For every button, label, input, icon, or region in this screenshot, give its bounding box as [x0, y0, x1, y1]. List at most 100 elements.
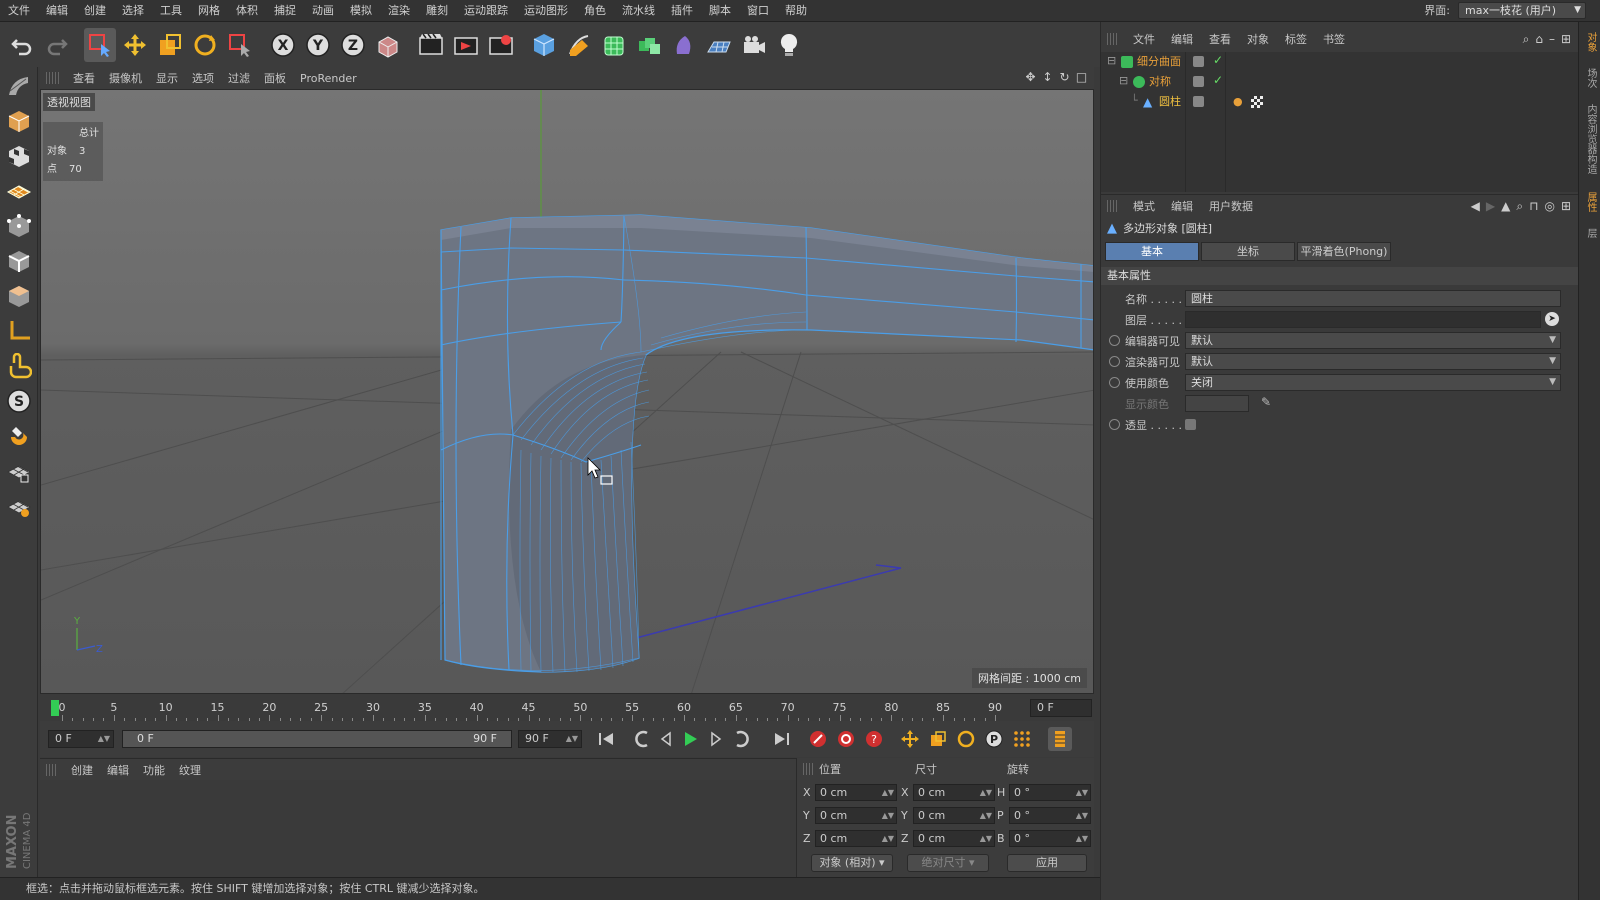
layout-select[interactable]: max一枝花 (用户) ▼ [1458, 2, 1586, 19]
undo-button[interactable] [6, 28, 38, 62]
points-mode-button[interactable] [2, 210, 36, 242]
menu-edit[interactable]: 编辑 [38, 0, 76, 22]
spinner-icon[interactable]: ▲▼ [1076, 808, 1088, 823]
camera-button[interactable] [738, 28, 770, 62]
spinner-icon[interactable]: ▲▼ [566, 731, 578, 747]
solo-mode-button[interactable]: S [2, 385, 36, 417]
lock-icon[interactable]: ⊓ [1529, 199, 1538, 214]
polygons-mode-button[interactable] [2, 280, 36, 312]
menu-plugins[interactable]: 插件 [663, 0, 701, 22]
current-frame-field[interactable]: 0 F [1030, 699, 1092, 717]
animate-radio[interactable] [1109, 377, 1120, 388]
edit-render-settings-button[interactable] [485, 28, 517, 62]
menu-character[interactable]: 角色 [576, 0, 614, 22]
viewport-menu-prorender[interactable]: ProRender [293, 72, 364, 85]
viewport-menu-cameras[interactable]: 摄像机 [102, 70, 149, 86]
menu-volume[interactable]: 体积 [228, 0, 266, 22]
recent-tool-button[interactable] [224, 28, 256, 62]
spinner-icon[interactable]: ▲▼ [980, 831, 992, 846]
size-mode-select[interactable]: 绝对尺寸 ▾ [907, 854, 989, 872]
array-button[interactable] [633, 28, 665, 62]
perspective-viewport[interactable]: Y Z 透视视图 总计 对象 3 点 70 网格间距 : 1000 cm [40, 89, 1094, 694]
object-menu-view[interactable]: 查看 [1201, 31, 1239, 47]
go-to-start-button[interactable] [594, 727, 618, 751]
go-to-end-button[interactable] [770, 727, 794, 751]
timeline-ruler[interactable]: 0 5 10 15 20 25 30 35 40 45 50 55 60 65 70 75 80 85 90 [40, 695, 1030, 721]
end-frame-field[interactable]: 90 F ▲▼ [518, 730, 582, 748]
tab-basic[interactable]: 基本 [1105, 242, 1199, 261]
enabled-check-icon[interactable]: ✓ [1213, 73, 1223, 87]
rotation-key-button[interactable] [954, 727, 978, 751]
subdivision-surface-button[interactable] [598, 28, 630, 62]
start-frame-field[interactable]: 0 F ▲▼ [48, 730, 114, 748]
name-field[interactable]: 圆柱 [1185, 290, 1561, 307]
forward-arrow-icon[interactable]: ▶ [1486, 199, 1495, 214]
attribute-menu-edit[interactable]: 编辑 [1163, 198, 1201, 214]
render-view-button[interactable] [415, 28, 447, 62]
spinner-icon[interactable]: ▲▼ [1076, 831, 1088, 846]
spinner-icon[interactable]: ▲▼ [980, 808, 992, 823]
light-button[interactable] [773, 28, 805, 62]
rotation-b-field[interactable]: 0 ° ▲▼ [1009, 830, 1091, 847]
panel-grip-icon[interactable] [1107, 199, 1119, 212]
animate-radio[interactable] [1109, 335, 1120, 346]
frame-range-slider[interactable]: 0 F 90 F [122, 730, 512, 748]
menu-window[interactable]: 窗口 [739, 0, 777, 22]
rotation-p-field[interactable]: 0 ° ▲▼ [1009, 807, 1091, 824]
layer-field[interactable] [1185, 311, 1541, 328]
texture-mode-button[interactable] [2, 140, 36, 172]
y-axis-lock-button[interactable]: Y [302, 28, 334, 62]
side-tab-takes[interactable]: 场次 [1582, 68, 1598, 88]
spinner-icon[interactable]: ▲▼ [98, 731, 110, 747]
menu-snap[interactable]: 捕捉 [266, 0, 304, 22]
position-key-button[interactable] [898, 727, 922, 751]
eyedropper-icon[interactable]: ✎ [1261, 395, 1271, 409]
new-window-icon[interactable]: ⊞ [1561, 32, 1571, 47]
display-color-swatch[interactable] [1185, 395, 1249, 412]
coordinate-system-button[interactable] [372, 28, 404, 62]
search-icon[interactable]: ⌕ [1516, 199, 1523, 214]
phong-tag-icon[interactable]: ● [1233, 95, 1243, 108]
menu-file[interactable]: 文件 [0, 0, 38, 22]
visibility-toggle[interactable] [1193, 56, 1204, 67]
attribute-menu-mode[interactable]: 模式 [1125, 198, 1163, 214]
tweak-mode-button[interactable] [2, 350, 36, 382]
attribute-menu-user-data[interactable]: 用户数据 [1201, 198, 1261, 214]
object-menu-bookmarks[interactable]: 书签 [1315, 31, 1353, 47]
menu-script[interactable]: 脚本 [701, 0, 739, 22]
maximize-icon[interactable]: □ [1075, 70, 1088, 84]
home-icon[interactable]: ⌂ [1535, 32, 1543, 47]
spinner-icon[interactable]: ▲▼ [980, 785, 992, 800]
dolly-icon[interactable]: ↕ [1041, 70, 1054, 84]
object-menu-edit[interactable]: 编辑 [1163, 31, 1201, 47]
point-level-animation-button[interactable] [1010, 727, 1034, 751]
menu-render[interactable]: 渲染 [380, 0, 418, 22]
snap-grid-button[interactable] [2, 455, 36, 487]
position-y-field[interactable]: 0 cm ▲▼ [815, 807, 897, 824]
object-menu-objects[interactable]: 对象 [1239, 31, 1277, 47]
search-icon[interactable]: ⌕ [1523, 32, 1530, 47]
live-select-button[interactable] [84, 27, 116, 62]
autokey-button[interactable] [834, 727, 858, 751]
use-color-select[interactable]: 关闭 ▼ [1185, 374, 1561, 391]
back-arrow-icon[interactable]: ◀ [1471, 199, 1480, 214]
tree-collapse-icon[interactable]: ⊟ [1107, 54, 1116, 67]
panel-grip-icon[interactable] [46, 72, 60, 84]
material-menu-create[interactable]: 创建 [64, 762, 100, 778]
previous-key-button[interactable] [630, 727, 654, 751]
floor-button[interactable] [703, 28, 735, 62]
uvw-tag-icon[interactable] [1251, 96, 1263, 108]
next-key-button[interactable] [730, 727, 754, 751]
menu-motion-tracking[interactable]: 运动跟踪 [456, 0, 516, 22]
record-button[interactable] [806, 727, 830, 751]
coordinate-mode-select[interactable]: 对象 (相对) ▾ [811, 854, 893, 872]
workplane-button[interactable] [2, 175, 36, 207]
enabled-check-icon[interactable]: ✓ [1213, 53, 1223, 67]
next-frame-button[interactable] [704, 727, 728, 751]
magnet-button[interactable] [2, 420, 36, 452]
model-mode-button[interactable] [2, 105, 36, 137]
render-visible-select[interactable]: 默认 ▼ [1185, 353, 1561, 370]
menu-mesh[interactable]: 网格 [190, 0, 228, 22]
menu-animate[interactable]: 动画 [304, 0, 342, 22]
deformer-button[interactable] [668, 28, 700, 62]
